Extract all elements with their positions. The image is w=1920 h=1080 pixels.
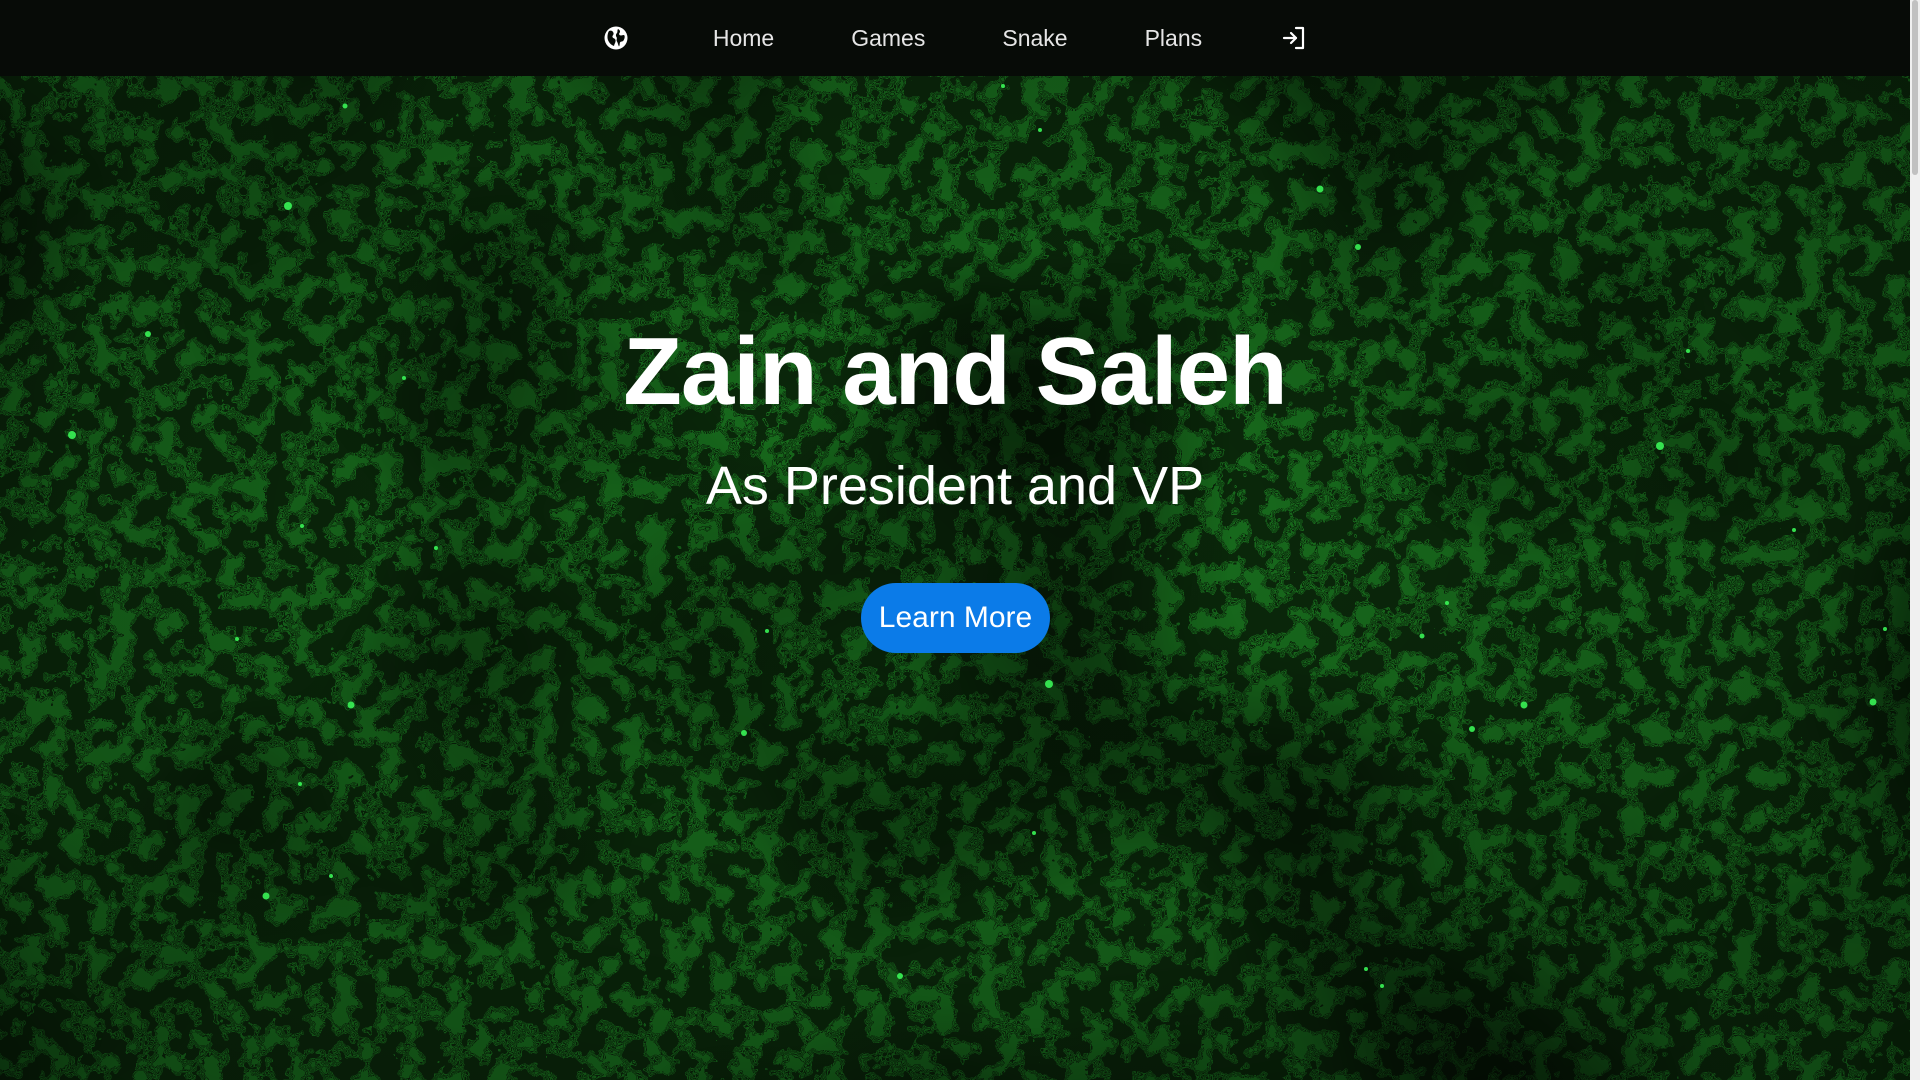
learn-more-button[interactable]: Learn More [861,583,1050,653]
nav-link-plans[interactable]: Plans [1145,25,1203,52]
hero-title: Zain and Saleh [623,318,1287,425]
nav-link-home[interactable]: Home [713,25,774,52]
top-navbar: Home Games Snake Plans [0,0,1910,76]
sign-in-icon[interactable] [1279,23,1309,53]
hero-section: Zain and Saleh As President and VP Learn… [0,76,1910,1080]
page: Home Games Snake Plans Zain and Saleh As… [0,0,1920,1080]
globe-icon[interactable] [601,23,631,53]
hero-subtitle: As President and VP [705,456,1205,516]
hero-background-texture [0,76,1910,1080]
nav-inner: Home Games Snake Plans [601,23,1309,53]
page-scrollbar[interactable] [1910,0,1920,1080]
scrollbar-thumb[interactable] [1912,0,1918,175]
nav-link-snake[interactable]: Snake [1002,25,1067,52]
nav-link-games[interactable]: Games [851,25,925,52]
